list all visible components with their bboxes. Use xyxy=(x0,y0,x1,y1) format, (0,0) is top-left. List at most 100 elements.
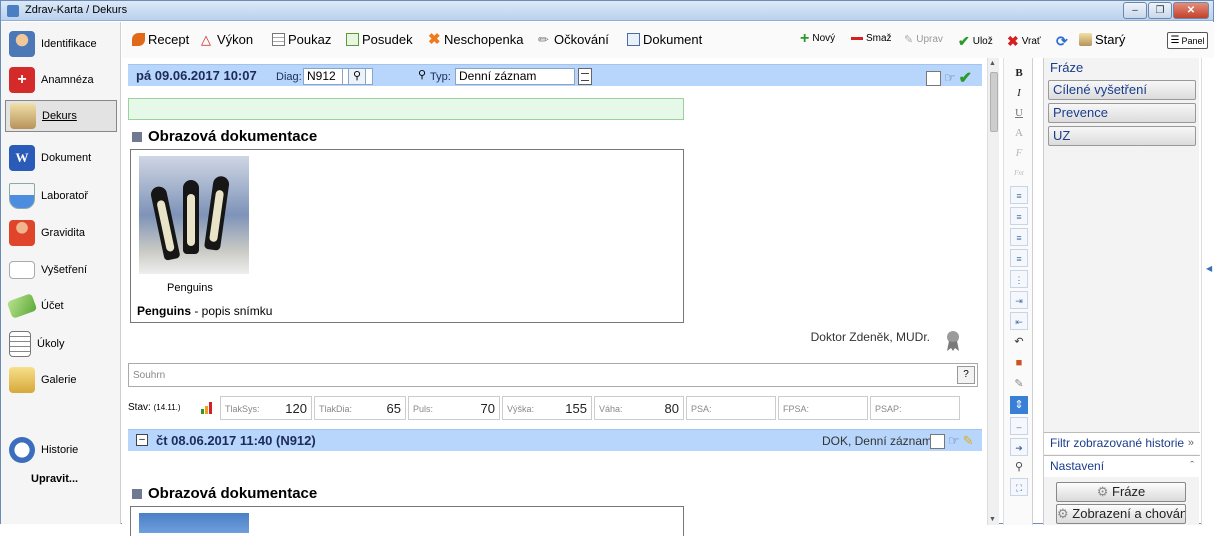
scroll-thumb[interactable] xyxy=(990,72,998,132)
content-scrollbar[interactable]: ▲ ▼ xyxy=(987,58,999,525)
new-button[interactable]: + Nový xyxy=(800,30,836,46)
arrow-right-icon[interactable]: ➜ xyxy=(1010,438,1028,456)
minimize-button[interactable]: – xyxy=(1123,2,1147,19)
close-button[interactable]: ✕ xyxy=(1173,2,1209,19)
bold-button[interactable]: B xyxy=(1010,64,1028,82)
vital-vyska[interactable]: Výška: 155 xyxy=(502,396,592,420)
scroll-up-icon[interactable]: ▲ xyxy=(989,60,996,67)
panel-toggle-button[interactable]: ☰ Panel xyxy=(1167,32,1208,49)
nav-item-ucet[interactable]: Účet xyxy=(5,290,117,322)
nav-item-dokument[interactable]: W Dokument xyxy=(5,142,117,174)
collapse-square-icon[interactable] xyxy=(132,488,142,499)
edit-button[interactable]: ✎ Uprav xyxy=(904,33,943,46)
record-text-field[interactable] xyxy=(128,98,684,120)
summary-help-button[interactable]: ? xyxy=(957,366,975,384)
font-button[interactable]: F xyxy=(1010,144,1028,162)
collapse-panel-icon[interactable]: ◀ xyxy=(1206,264,1212,273)
font-color-button[interactable]: A xyxy=(1010,124,1028,142)
align-center-icon[interactable]: ≡ xyxy=(1010,207,1028,225)
align-right-icon[interactable]: ≡ xyxy=(1010,228,1028,246)
dokument-button[interactable]: Dokument xyxy=(627,32,702,47)
nav-item-identifikace[interactable]: Identifikace xyxy=(5,28,117,60)
collapse-icon[interactable]: – xyxy=(136,434,148,446)
scroll-down-icon[interactable]: ▼ xyxy=(989,516,996,523)
collapse-square-icon[interactable] xyxy=(132,131,142,142)
phrase-item[interactable]: Prevence xyxy=(1048,103,1196,123)
history-filter-bar[interactable]: Filtr zobrazované historie » xyxy=(1044,432,1200,454)
posudek-button[interactable]: Posudek xyxy=(346,32,413,47)
diag-lookup-icon[interactable]: ⚲ xyxy=(348,68,366,85)
italic-button[interactable]: I xyxy=(1010,84,1028,102)
edit-icon[interactable]: ✎ xyxy=(1010,375,1028,393)
nav-item-dekurs[interactable]: Dekurs xyxy=(5,100,117,132)
indent-icon[interactable]: ⇥ xyxy=(1010,291,1028,309)
maximize-button[interactable]: ❐ xyxy=(1148,2,1172,19)
fullscreen-icon[interactable]: ⛶ xyxy=(1010,478,1028,496)
typ-input[interactable]: Denní záznam xyxy=(455,68,575,85)
search-icon[interactable]: ⚲ xyxy=(1010,458,1028,476)
neschopenka-button[interactable]: ✖ Neschopenka xyxy=(428,32,524,47)
nav-item-galerie[interactable]: Galerie xyxy=(5,364,117,396)
display-settings-button[interactable]: ⚙ Zobrazení a chování xyxy=(1056,504,1186,524)
diag-input[interactable]: N912 xyxy=(303,68,343,85)
collapse-all-icon[interactable]: – xyxy=(1010,417,1028,435)
record-checkbox[interactable] xyxy=(926,70,941,86)
revert-button[interactable]: ✖ Vrať xyxy=(1007,33,1041,50)
nav-item-laborator[interactable]: Laboratoř xyxy=(5,180,117,212)
penguins-thumbnail[interactable] xyxy=(139,156,249,274)
ockovani-button[interactable]: ✏ Očkování xyxy=(538,32,609,47)
settings-bar[interactable]: Nastavení ˆ xyxy=(1044,455,1200,477)
align-left-icon[interactable]: ≡ xyxy=(1010,186,1028,204)
summary-placeholder: Souhrn xyxy=(133,370,166,381)
record2-checkbox[interactable] xyxy=(930,433,945,449)
nav-item-vysetreni[interactable]: Vyšetření xyxy=(5,254,117,286)
image-caption: Penguins xyxy=(167,282,213,294)
new-label: Nový xyxy=(812,33,836,44)
image-thumbnail-2[interactable] xyxy=(139,513,249,533)
warning-triangle-icon: △ xyxy=(201,32,211,47)
sign-icon[interactable]: ☞ xyxy=(948,433,960,449)
recept-button[interactable]: Recept xyxy=(132,32,189,47)
outdent-icon[interactable]: ⇤ xyxy=(1010,312,1028,330)
phrase-item[interactable]: UZ xyxy=(1048,126,1196,146)
vital-vaha[interactable]: Váha: 80 xyxy=(594,396,684,420)
summary-field[interactable]: Souhrn ? xyxy=(128,363,978,387)
save-button[interactable]: ✔ Ulož xyxy=(958,33,993,50)
typ-menu-icon[interactable] xyxy=(578,68,592,85)
vital-psap[interactable]: PSAP: xyxy=(870,396,960,420)
ockovani-label: Očkování xyxy=(554,32,609,47)
old-button[interactable]: Starý xyxy=(1079,32,1125,47)
vital-fpsa[interactable]: FPSA: xyxy=(778,396,868,420)
vital-tlaksys[interactable]: TlakSys: 120 xyxy=(220,396,312,420)
bar-chart-icon[interactable] xyxy=(200,400,214,417)
vykon-button[interactable]: △ Výkon xyxy=(201,32,253,47)
vital-label: Výška: xyxy=(507,404,535,414)
phrases-settings-button[interactable]: ⚙ Fráze xyxy=(1056,482,1186,502)
nav-item-anamneza[interactable]: + Anamnéza xyxy=(5,64,117,96)
nav-item-gravidita[interactable]: Gravidita xyxy=(5,217,117,249)
search-icon[interactable]: ⚲ xyxy=(413,68,431,85)
flask-icon xyxy=(9,183,35,209)
underline-button[interactable]: U xyxy=(1010,104,1028,122)
delete-button[interactable]: Smaž xyxy=(851,33,892,44)
vital-puls[interactable]: Puls: 70 xyxy=(408,396,500,420)
edit-nav-link[interactable]: Upravit... xyxy=(31,473,78,485)
phrase-item[interactable]: Cílené vyšetření xyxy=(1048,80,1196,100)
old-label: Starý xyxy=(1095,32,1126,47)
nav-item-ukoly[interactable]: Úkoly xyxy=(5,328,117,360)
poukaz-button[interactable]: Poukaz xyxy=(272,32,331,47)
pencil-icon[interactable]: ✎ xyxy=(963,433,974,449)
expand-icon[interactable]: ⇕ xyxy=(1010,396,1028,414)
confirm-check-icon[interactable]: ✔ xyxy=(959,68,972,88)
edit-label: Uprav xyxy=(916,34,943,45)
font-name-button[interactable]: Fnt xyxy=(1010,164,1028,182)
vital-psa[interactable]: PSA: xyxy=(686,396,776,420)
nav-item-historie[interactable]: Historie xyxy=(5,434,117,466)
undo-icon[interactable]: ↶ xyxy=(1010,333,1028,351)
bullet-list-icon[interactable]: ⋮ xyxy=(1010,270,1028,288)
paste-icon[interactable]: ■ xyxy=(1010,354,1028,372)
vital-tlakdia[interactable]: TlakDia: 65 xyxy=(314,396,406,420)
justify-icon[interactable]: ≡ xyxy=(1010,249,1028,267)
sign-icon[interactable]: ☞ xyxy=(944,70,956,86)
refresh-button[interactable]: ⟳ xyxy=(1056,33,1068,50)
